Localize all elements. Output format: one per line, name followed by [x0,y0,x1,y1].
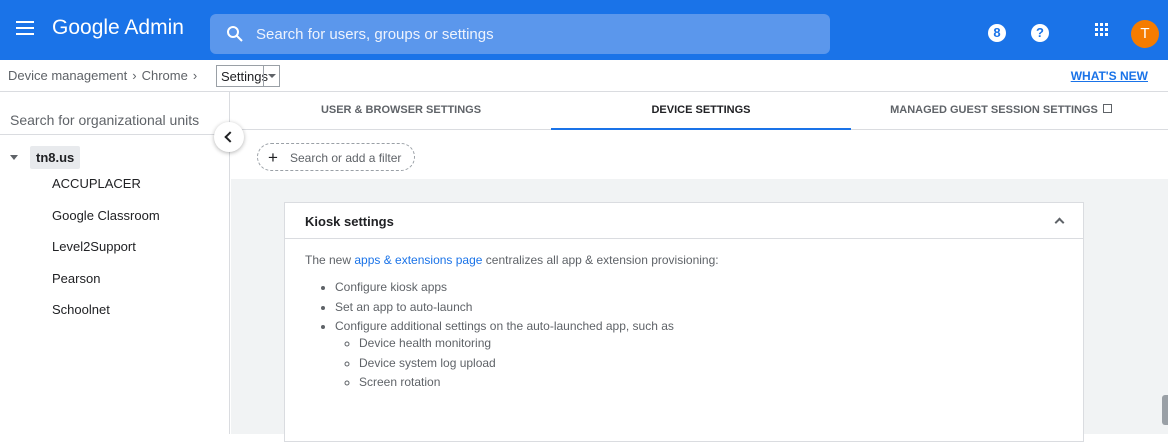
plus-icon: + [268,148,278,167]
hamburger-menu-icon[interactable] [14,18,36,40]
apps-grid-icon[interactable] [1094,22,1110,38]
tab-label: DEVICE SETTINGS [651,104,751,116]
feature-list: Configure kiosk apps Set an app to auto-… [305,279,1063,389]
sub-list-item: Device health monitoring [359,335,1063,355]
filter-label: Search or add a filter [290,151,402,165]
settings-select-label: Settings [221,69,268,84]
tab-label: USER & BROWSER SETTINGS [320,104,482,116]
apps-extensions-link[interactable]: apps & extensions page [354,253,482,267]
list-item: Set an app to auto-launch [335,299,1063,319]
filter-bar: + Search or add a filter [231,131,1168,179]
chevron-right-icon: › [132,68,137,83]
sub-list-item: Device system log upload [359,355,1063,375]
tab-managed-guest-session-settings[interactable]: MANAGED GUEST SESSION SETTINGS [851,92,1151,130]
settings-main: Kiosk settings The new apps & extensions… [231,179,1168,442]
org-unit-item[interactable]: Pearson [52,271,160,303]
card-description: The new apps & extensions page centraliz… [305,253,1063,267]
breadcrumb-device-management[interactable]: Device management [8,68,127,83]
lead-prefix: The new [305,253,355,267]
top-app-bar: Google Admin 8 ? T [0,0,1168,60]
org-unit-item[interactable]: Google Classroom [52,208,160,240]
org-unit-item[interactable]: ACCUPLACER [52,176,160,208]
kiosk-settings-card: Kiosk settings The new apps & extensions… [284,202,1084,442]
tab-label: MANAGED GUEST SESSION SETTINGS [890,104,1098,116]
settings-tabs: USER & BROWSER SETTINGS DEVICE SETTINGS … [231,92,1168,130]
scrollbar-handle[interactable] [1162,395,1168,425]
breadcrumb-chrome[interactable]: Chrome [142,68,188,83]
open-in-new-icon [1102,104,1112,113]
card-body: The new apps & extensions page centraliz… [285,239,1083,389]
help-icon[interactable]: ? [1031,24,1049,42]
search-input[interactable] [256,14,816,54]
chevron-up-icon[interactable] [1054,217,1065,228]
org-unit-item[interactable]: Level2Support [52,239,160,271]
add-filter-button[interactable]: + Search or add a filter [257,143,415,171]
app-title[interactable]: Google Admin [52,16,184,40]
search-icon [227,26,243,42]
list-item-text: Configure additional settings on the aut… [335,319,674,333]
org-unit-list: ACCUPLACER Google Classroom Level2Suppor… [52,176,160,334]
org-unit-item[interactable]: Schoolnet [52,302,160,334]
avatar[interactable]: T [1131,20,1159,48]
list-item: Configure kiosk apps [335,279,1063,299]
org-unit-root-label[interactable]: tn8.us [30,146,81,169]
tab-user-browser-settings[interactable]: USER & BROWSER SETTINGS [251,92,551,130]
card-title: Kiosk settings [305,214,394,229]
org-unit-sidebar: tn8.us ACCUPLACER Google Classroom Level… [0,92,230,434]
breadcrumb-settings-select[interactable]: Settings [216,65,280,87]
collapse-sidebar-button[interactable] [214,122,244,152]
breadcrumb: Device management › Chrome › Settings WHAT'… [0,60,1168,92]
sub-list-item: Screen rotation [359,374,1063,394]
lead-suffix: centralizes all app & extension provisio… [482,253,719,267]
support-icon[interactable]: 8 [988,24,1006,42]
list-item: Configure additional settings on the aut… [335,318,1063,389]
divider [0,134,229,135]
global-search[interactable] [210,14,830,54]
sub-feature-list: Device health monitoring Device system l… [335,335,1063,394]
org-unit-search-input[interactable] [10,112,210,128]
whats-new-link[interactable]: WHAT'S NEW [1071,69,1148,83]
tab-device-settings[interactable]: DEVICE SETTINGS [551,92,851,130]
caret-down-icon[interactable] [10,155,18,160]
kiosk-settings-header[interactable]: Kiosk settings [285,203,1083,239]
dropdown-arrow-icon[interactable] [263,66,279,86]
org-unit-root[interactable]: tn8.us [10,146,81,169]
chevron-right-icon: › [192,68,198,83]
